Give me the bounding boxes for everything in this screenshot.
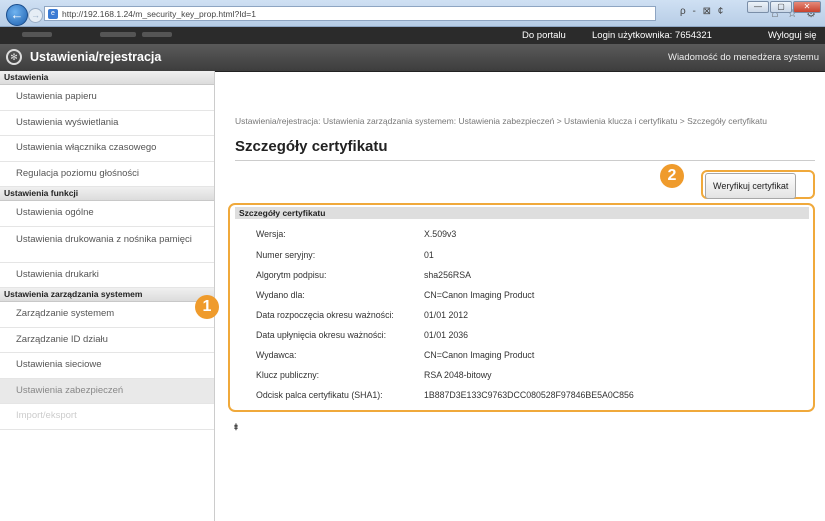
window-controls: — ▢ ✕ (747, 1, 821, 13)
certificate-details-panel (228, 203, 815, 412)
detail-label: Wydano dla: (256, 290, 305, 300)
detail-value: 01/01 2036 (424, 330, 469, 340)
close-icon[interactable]: ✕ (793, 1, 821, 13)
product-model (142, 32, 172, 37)
settings-gear-icon: ✻ (6, 49, 22, 65)
detail-value: 01/01 2012 (424, 310, 469, 320)
sidebar-item-import-export[interactable]: Import/eksport (0, 404, 214, 430)
panel-heading: Szczegóły certyfikatu (235, 207, 809, 219)
sidebar-section-heading: Ustawienia zarządzania systemem (0, 288, 214, 302)
app-title: Ustawienia/rejestracja (30, 50, 162, 64)
address-bar[interactable]: e http://192.168.1.24/m_security_key_pro… (44, 6, 656, 21)
page-title: Szczegóły certyfikatu (235, 138, 388, 155)
sidebar-item-volume[interactable]: Regulacja poziomu głośności (0, 161, 214, 187)
logout-link[interactable]: Wyloguj się (768, 30, 817, 41)
detail-value: 1B887D3E133C9763DCC080528F97846BE5A0C856 (424, 390, 634, 400)
maximize-icon[interactable]: ▢ (770, 1, 792, 13)
message-admin-link[interactable]: Wiadomość do menedżera systemu (668, 52, 819, 63)
sidebar-section-heading: Ustawienia (0, 71, 214, 85)
search-refresh-icons[interactable]: ρ - ⊠ ¢ (680, 6, 725, 17)
sidebar-item-printer-settings[interactable]: Ustawienia drukarki (0, 262, 214, 288)
detail-label: Wersja: (256, 229, 286, 239)
sidebar-item-general-settings[interactable]: Ustawienia ogólne (0, 201, 214, 227)
detail-value: RSA 2048-bitowy (424, 370, 492, 380)
address-url: http://192.168.1.24/m_security_key_prop.… (62, 9, 256, 19)
callout-badge-1: 1 (195, 295, 219, 319)
detail-value: sha256RSA (424, 270, 471, 280)
detail-value: CN=Canon Imaging Product (424, 290, 535, 300)
detail-label: Algorytm podpisu: (256, 270, 327, 280)
back-arrow-icon[interactable]: ← (6, 4, 28, 26)
title-bar: ✻ Ustawienia/rejestracja Wiadomość do me… (0, 44, 825, 72)
sidebar-item-memory-media-print[interactable]: Ustawienia drukowania z nośnika pamięci (0, 226, 214, 263)
detail-label: Klucz publiczny: (256, 370, 320, 380)
detail-value: 01 (424, 250, 434, 260)
detail-label: Wydawca: (256, 350, 297, 360)
title-divider (235, 160, 815, 161)
login-user-info: Login użytkownika: 7654321 (592, 30, 712, 41)
sidebar-item-network-settings[interactable]: Ustawienia sieciowe (0, 353, 214, 379)
forward-arrow-icon[interactable]: → (28, 8, 43, 23)
detail-label: Odcisk palca certyfikatu (SHA1): (256, 390, 383, 400)
detail-value: CN=Canon Imaging Product (424, 350, 535, 360)
sidebar-item-display-settings[interactable]: Ustawienia wyświetlania (0, 110, 214, 136)
callout-badge-2: 2 (660, 164, 684, 188)
verify-certificate-button[interactable]: Weryfikuj certyfikat (705, 173, 797, 199)
top-bar: Do portalu Login użytkownika: 7654321 Wy… (0, 27, 825, 44)
back-to-top-icon[interactable]: ⯒ (234, 420, 238, 436)
breadcrumb: Ustawienia/rejestracja: Ustawienia zarzą… (235, 116, 767, 126)
product-name (100, 32, 136, 37)
sidebar-item-timer-settings[interactable]: Ustawienia włącznika czasowego (0, 136, 214, 162)
detail-label: Data upłynięcia okresu ważności: (256, 330, 387, 340)
sidebar: Ustawienia Ustawienia papieru Ustawienia… (0, 71, 215, 521)
sidebar-item-security-settings[interactable]: Ustawienia zabezpieczeń (0, 378, 214, 404)
detail-label: Numer seryjny: (256, 250, 316, 260)
portal-link[interactable]: Do portalu (522, 30, 566, 41)
detail-label: Data rozpoczęcia okresu ważności: (256, 310, 394, 320)
sidebar-item-system-management[interactable]: Zarządzanie systemem (0, 302, 214, 328)
sidebar-item-paper-settings[interactable]: Ustawienia papieru (0, 85, 214, 111)
page-icon: e (48, 9, 58, 19)
minimize-icon[interactable]: — (747, 1, 769, 13)
sidebar-item-department-id[interactable]: Zarządzanie ID działu (0, 327, 214, 353)
sidebar-section-heading: Ustawienia funkcji (0, 187, 214, 201)
product-logo (22, 32, 52, 37)
browser-chrome: ← → e http://192.168.1.24/m_security_key… (0, 0, 825, 27)
detail-value: X.509v3 (424, 229, 457, 239)
